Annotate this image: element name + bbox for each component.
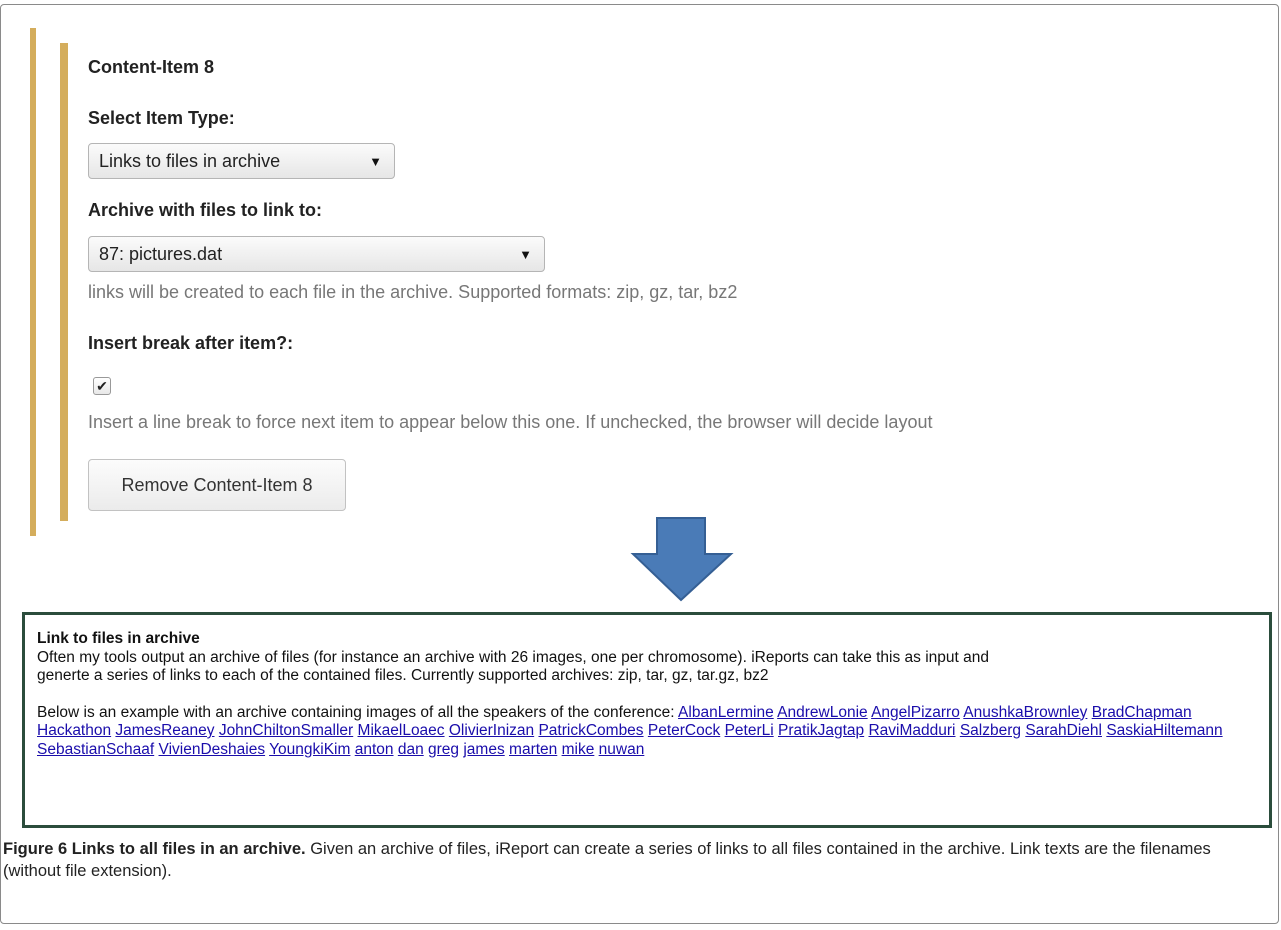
archive-file-link[interactable]: PeterCock — [648, 722, 720, 739]
archive-file-link[interactable]: greg — [428, 741, 459, 758]
archive-file-link[interactable]: JamesReaney — [115, 722, 214, 739]
figure-caption: Figure 6 Links to all files in an archiv… — [3, 838, 1273, 882]
archive-file-link[interactable]: VivienDeshaies — [159, 741, 266, 758]
report-description-line-1: Often my tools output an archive of file… — [37, 648, 990, 666]
archive-file-link[interactable]: BradChapman — [1092, 704, 1192, 721]
archive-file-link[interactable]: AndrewLonie — [777, 704, 867, 721]
archive-file-link[interactable]: JohnChiltonSmaller — [219, 722, 353, 739]
remove-item-button[interactable]: Remove Content-Item 8 — [88, 459, 346, 511]
archive-help-text: links will be created to each file in th… — [88, 282, 738, 302]
archive-file-link[interactable]: MikaelLoaec — [358, 722, 445, 739]
archive-file-link[interactable]: SarahDiehl — [1025, 722, 1102, 739]
break-checkbox[interactable]: ✔ — [93, 377, 111, 395]
archive-file-link[interactable]: Hackathon — [37, 722, 111, 739]
item-type-select[interactable]: Links to files in archive ▼ — [88, 143, 395, 179]
archive-file-link[interactable]: RaviMadduri — [868, 722, 955, 739]
break-label: Insert break after item?: — [88, 333, 294, 353]
item-type-label: Select Item Type: — [88, 108, 235, 128]
archive-file-link[interactable]: anton — [355, 741, 394, 758]
archive-file-link[interactable]: OlivierInizan — [449, 722, 534, 739]
archive-value: 87: pictures.dat — [99, 243, 223, 264]
inner-section-bar — [60, 43, 68, 521]
archive-file-link[interactable]: SaskiaHiltemann — [1106, 722, 1222, 739]
archive-file-link[interactable]: AlbanLermine — [678, 704, 774, 721]
item-type-value: Links to files in archive — [99, 150, 281, 171]
arrow-down-icon — [630, 517, 734, 602]
caret-down-icon: ▼ — [369, 153, 382, 169]
checkmark-icon: ✔ — [96, 378, 108, 394]
outer-section-bar — [30, 28, 36, 536]
archive-select[interactable]: 87: pictures.dat ▼ — [88, 236, 545, 272]
report-example-intro: Below is an example with an archive cont… — [37, 703, 675, 721]
archive-file-link[interactable]: mike — [562, 741, 595, 758]
archive-label: Archive with files to link to: — [88, 200, 323, 220]
archive-file-link[interactable]: YoungkiKim — [269, 741, 350, 758]
caret-down-icon: ▼ — [519, 246, 532, 262]
report-example: Below is an example with an archive cont… — [37, 704, 1257, 760]
archive-file-link[interactable]: PatrickCombes — [538, 722, 643, 739]
report-description-line-2: generte a series of links to each of the… — [37, 667, 769, 684]
archive-file-link[interactable]: PeterLi — [725, 722, 774, 739]
archive-file-link[interactable]: AnushkaBrownley — [963, 704, 1087, 721]
section-title: Content-Item 8 — [88, 57, 214, 77]
archive-file-link[interactable]: PratikJagtap — [778, 722, 864, 739]
archive-file-link[interactable]: SebastianSchaaf — [37, 741, 154, 758]
archive-file-link[interactable]: nuwan — [599, 741, 645, 758]
archive-file-link[interactable]: dan — [398, 741, 424, 758]
figure-label: Figure 6 Links to all files in an archiv… — [3, 840, 306, 858]
archive-file-link[interactable]: james — [463, 741, 504, 758]
report-output-box: Link to files in archive Often my tools … — [22, 612, 1272, 828]
archive-file-link[interactable]: Salzberg — [960, 722, 1021, 739]
archive-file-link[interactable]: marten — [509, 741, 557, 758]
report-title: Link to files in archive — [37, 630, 200, 647]
archive-file-link[interactable]: AngelPizarro — [871, 704, 960, 721]
break-help-text: Insert a line break to force next item t… — [88, 412, 933, 432]
